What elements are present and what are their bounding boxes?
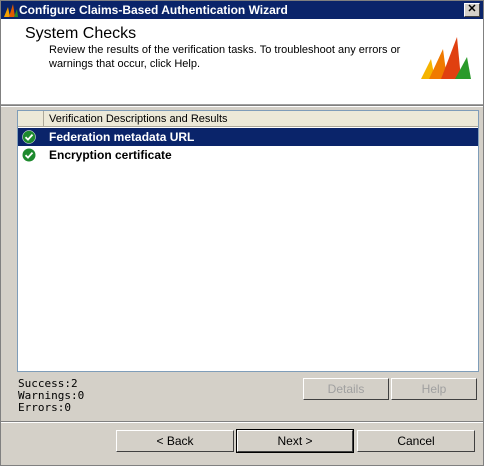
grid-header: Verification Descriptions and Results (18, 111, 478, 127)
footer-divider (1, 421, 483, 423)
page-title: System Checks (25, 25, 137, 42)
next-button[interactable]: Next > (236, 429, 354, 453)
wizard-header: System Checks Review the results of the … (1, 19, 483, 105)
dynamics-app-icon (4, 4, 18, 17)
summary-counts: Success:2 Warnings:0 Errors:0 (18, 378, 84, 414)
table-row[interactable]: Encryption certificate (18, 146, 478, 164)
grid-header-description: Verification Descriptions and Results (49, 113, 228, 125)
dynamics-logo-icon (421, 37, 471, 79)
table-row[interactable]: Federation metadata URL (18, 128, 478, 146)
wizard-window: Configure Claims-Based Authentication Wi… (0, 0, 484, 466)
page-description: Review the results of the verification t… (49, 44, 401, 70)
header-divider (1, 105, 483, 107)
verification-results-grid[interactable]: Verification Descriptions and Results Fe… (17, 110, 479, 372)
grid-header-status-column (18, 111, 44, 126)
row-label: Encryption certificate (49, 148, 172, 162)
close-icon: ✕ (467, 3, 477, 15)
row-label: Federation metadata URL (49, 130, 195, 144)
cancel-button[interactable]: Cancel (357, 430, 475, 452)
details-button[interactable]: Details (303, 378, 389, 400)
check-circle-icon (22, 148, 36, 162)
errors-count: Errors:0 (18, 401, 71, 414)
title-bar: Configure Claims-Based Authentication Wi… (1, 1, 483, 19)
close-button[interactable]: ✕ (464, 3, 480, 17)
check-circle-icon (22, 130, 36, 144)
back-button[interactable]: < Back (116, 430, 234, 452)
help-button[interactable]: Help (391, 378, 477, 400)
window-title: Configure Claims-Based Authentication Wi… (19, 3, 288, 17)
